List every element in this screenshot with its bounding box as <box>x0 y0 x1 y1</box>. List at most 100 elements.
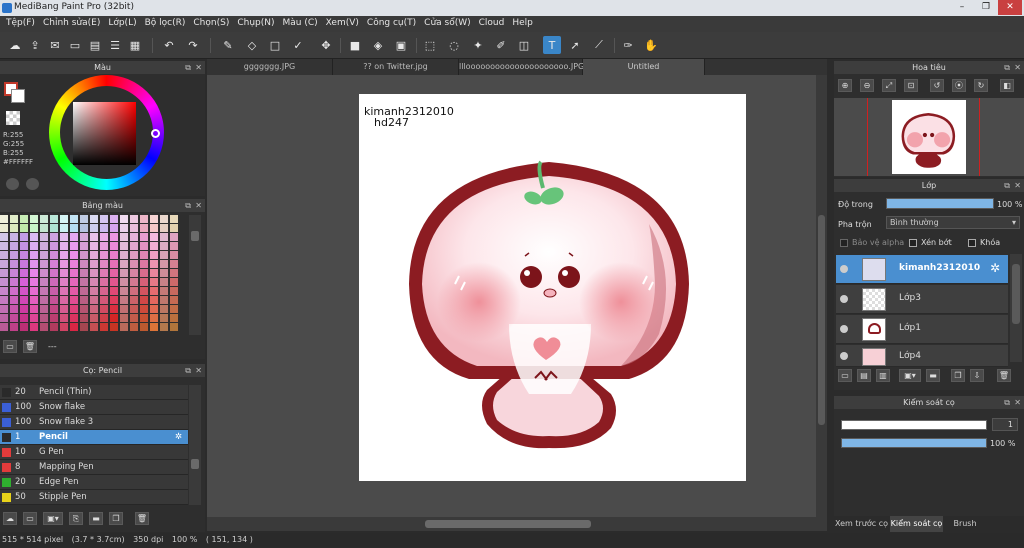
palette-swatch[interactable] <box>40 233 48 241</box>
palette-swatch[interactable] <box>80 287 88 295</box>
palette-swatch[interactable] <box>130 278 138 286</box>
brush-item-edge-pen[interactable]: 20 Edge Pen <box>0 475 188 490</box>
palette-swatch[interactable] <box>70 287 78 295</box>
palette-swatch[interactable] <box>40 251 48 259</box>
palette-swatch[interactable] <box>10 215 18 223</box>
new-layer-1bit-icon[interactable]: ▤ <box>857 369 871 382</box>
palette-swatch[interactable] <box>150 323 158 331</box>
palette-swatch[interactable] <box>140 224 148 232</box>
delete-brush-icon[interactable]: 🗑 <box>135 512 149 525</box>
palette-swatch[interactable] <box>130 260 138 268</box>
lock-checkbox[interactable] <box>968 239 976 247</box>
palette-swatch[interactable] <box>100 269 108 277</box>
palette-swatch[interactable] <box>30 323 38 331</box>
palette-swatch[interactable] <box>30 242 38 250</box>
add-brush-icon[interactable]: ☁ <box>3 512 17 525</box>
palette-swatch[interactable] <box>70 251 78 259</box>
palette-swatch[interactable] <box>130 242 138 250</box>
palette-swatch[interactable] <box>50 251 58 259</box>
new-brush-icon[interactable]: ▭ <box>23 512 37 525</box>
palette-swatch[interactable] <box>150 224 158 232</box>
palette-swatch[interactable] <box>0 242 8 250</box>
palette-swatch[interactable] <box>20 278 28 286</box>
hue-handle[interactable] <box>151 129 160 138</box>
reset-rotation-icon[interactable]: ⦿ <box>952 79 966 92</box>
palette-swatch[interactable] <box>40 242 48 250</box>
palette-swatch[interactable] <box>20 323 28 331</box>
menu-file[interactable]: Tệp(F) <box>2 16 39 32</box>
palette-swatch[interactable] <box>110 233 118 241</box>
palette-swatch[interactable] <box>10 287 18 295</box>
palette-swatch[interactable] <box>160 260 168 268</box>
palette-swatch[interactable] <box>110 251 118 259</box>
palette-swatch[interactable] <box>80 242 88 250</box>
palette-swatch[interactable] <box>90 242 98 250</box>
palette-swatch[interactable] <box>110 260 118 268</box>
palette-swatch[interactable] <box>0 260 8 268</box>
palette-swatch[interactable] <box>140 251 148 259</box>
gear-icon[interactable]: ✲ <box>990 261 1000 275</box>
palette-swatch[interactable] <box>160 278 168 286</box>
palette-swatch[interactable] <box>150 278 158 286</box>
palette-swatch[interactable] <box>10 224 18 232</box>
palette-swatch[interactable] <box>60 224 68 232</box>
palette-swatch[interactable] <box>60 242 68 250</box>
palette-swatch[interactable] <box>80 278 88 286</box>
palette-swatch[interactable] <box>110 242 118 250</box>
hand-tool-icon[interactable]: ✋ <box>642 36 660 54</box>
palette-swatch[interactable] <box>170 296 178 304</box>
palette-swatch[interactable] <box>130 323 138 331</box>
palette-swatch[interactable] <box>50 260 58 268</box>
palette-swatch[interactable] <box>40 224 48 232</box>
palette-swatch[interactable] <box>170 323 178 331</box>
document-icon[interactable]: ▤ <box>86 36 104 54</box>
flip-icon[interactable]: ◧ <box>1000 79 1014 92</box>
palette-swatch[interactable] <box>160 314 168 322</box>
palette-swatch[interactable] <box>130 269 138 277</box>
color-mix-icon[interactable] <box>26 178 39 190</box>
menu-help[interactable]: Help <box>508 16 537 32</box>
palette-swatch[interactable] <box>100 323 108 331</box>
palette-swatch[interactable] <box>60 314 68 322</box>
background-color-swatch[interactable] <box>11 89 25 103</box>
palette-swatch[interactable] <box>70 278 78 286</box>
palette-swatch[interactable] <box>150 215 158 223</box>
palette-swatch[interactable] <box>20 251 28 259</box>
close-icon[interactable]: ✕ <box>1014 179 1021 192</box>
palette-swatch[interactable] <box>80 233 88 241</box>
brush-item-stipple-pen[interactable]: 50 Stipple Pen <box>0 490 188 505</box>
palette-swatch[interactable] <box>50 314 58 322</box>
fit-icon[interactable]: ⤢ <box>882 79 896 92</box>
palette-swatch[interactable] <box>120 314 128 322</box>
palette-swatch[interactable] <box>140 233 148 241</box>
palette-swatch[interactable] <box>40 287 48 295</box>
palette-swatch[interactable] <box>40 260 48 268</box>
palette-swatch[interactable] <box>80 224 88 232</box>
palette-swatch[interactable] <box>80 305 88 313</box>
rect-select-icon[interactable]: ⬚ <box>421 36 439 54</box>
palette-swatch[interactable] <box>30 296 38 304</box>
palette-swatch[interactable] <box>150 314 158 322</box>
palette-swatch[interactable] <box>80 269 88 277</box>
palette-swatch[interactable] <box>50 242 58 250</box>
navigator-preview[interactable] <box>834 98 1024 176</box>
palette-swatch[interactable] <box>170 215 178 223</box>
brush-size-slider[interactable] <box>841 420 987 430</box>
palette-scrollbar[interactable] <box>189 215 201 335</box>
palette-swatch[interactable] <box>110 296 118 304</box>
palette-swatch[interactable] <box>40 314 48 322</box>
palette-swatch[interactable] <box>70 233 78 241</box>
palette-swatch[interactable] <box>50 323 58 331</box>
palette-swatch[interactable] <box>30 215 38 223</box>
palette-swatch[interactable] <box>30 233 38 241</box>
palette-swatch[interactable] <box>150 242 158 250</box>
palette-swatch[interactable] <box>140 215 148 223</box>
palette-swatch[interactable] <box>150 296 158 304</box>
delete-layer-icon[interactable]: 🗑 <box>997 369 1011 382</box>
tab-untitled[interactable]: Untitled <box>583 59 705 75</box>
close-icon[interactable]: ✕ <box>195 364 202 377</box>
palette-swatch[interactable] <box>150 269 158 277</box>
palette-swatch[interactable] <box>130 314 138 322</box>
brush-item-pencil[interactable]: 1 Pencil ✲ <box>0 430 188 445</box>
palette-swatch[interactable] <box>10 296 18 304</box>
